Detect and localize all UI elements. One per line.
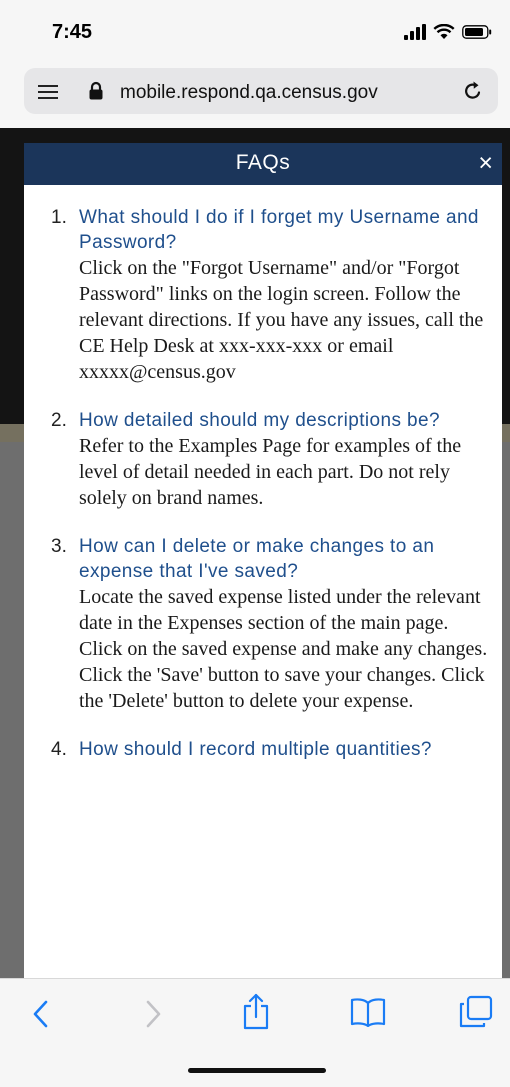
forward-icon[interactable]: [144, 999, 162, 1029]
status-bar: 7:45: [0, 0, 510, 62]
faq-question: How should I record multiple quantities?: [79, 739, 432, 760]
wifi-icon: [433, 24, 455, 39]
faq-item: 1. What should I do if I forget my Usern…: [24, 205, 502, 385]
bookmarks-icon[interactable]: [350, 997, 386, 1027]
faq-modal: FAQs × 1. What should I do if I forget m…: [24, 143, 502, 978]
faq-item: 4. How should I record multiple quantiti…: [24, 737, 502, 762]
faq-question: What should I do if I forget my Username…: [79, 207, 479, 253]
url-text: mobile.respond.qa.census.gov: [120, 82, 378, 103]
browser-address-area: mobile.respond.qa.census.gov: [0, 62, 510, 128]
faq-number: 3.: [51, 536, 67, 557]
faq-question: How detailed should my descriptions be?: [79, 410, 440, 431]
reader-menu-icon[interactable]: [38, 85, 58, 103]
faq-answer: Click on the "Forgot Username" and/or "F…: [79, 257, 484, 383]
reload-icon[interactable]: [462, 80, 484, 102]
modal-header: FAQs ×: [24, 143, 502, 185]
modal-title: FAQs: [235, 151, 291, 174]
faq-number: 1.: [51, 207, 67, 228]
faq-question: How can I delete or make changes to an e…: [79, 536, 435, 582]
home-indicator[interactable]: [188, 1068, 326, 1073]
close-icon[interactable]: ×: [478, 149, 493, 177]
status-icons: [404, 20, 492, 44]
faq-list: 1. What should I do if I forget my Usern…: [24, 205, 502, 785]
address-bar[interactable]: mobile.respond.qa.census.gov: [24, 68, 498, 114]
faq-number: 2.: [51, 410, 67, 431]
faq-item: 2. How detailed should my descriptions b…: [24, 408, 502, 511]
status-time: 7:45: [52, 21, 93, 43]
share-icon[interactable]: [241, 993, 271, 1031]
back-icon[interactable]: [32, 999, 50, 1029]
lock-icon: [89, 81, 103, 100]
faq-answer: Locate the saved expense listed under th…: [79, 586, 488, 712]
signal-icon: [404, 24, 426, 40]
faq-number: 4.: [51, 739, 67, 760]
battery-icon: [462, 25, 492, 39]
faq-item: 3. How can I delete or make changes to a…: [24, 534, 502, 714]
faq-answer: Refer to the Examples Page for examples …: [79, 435, 462, 509]
tabs-icon[interactable]: [458, 995, 494, 1029]
